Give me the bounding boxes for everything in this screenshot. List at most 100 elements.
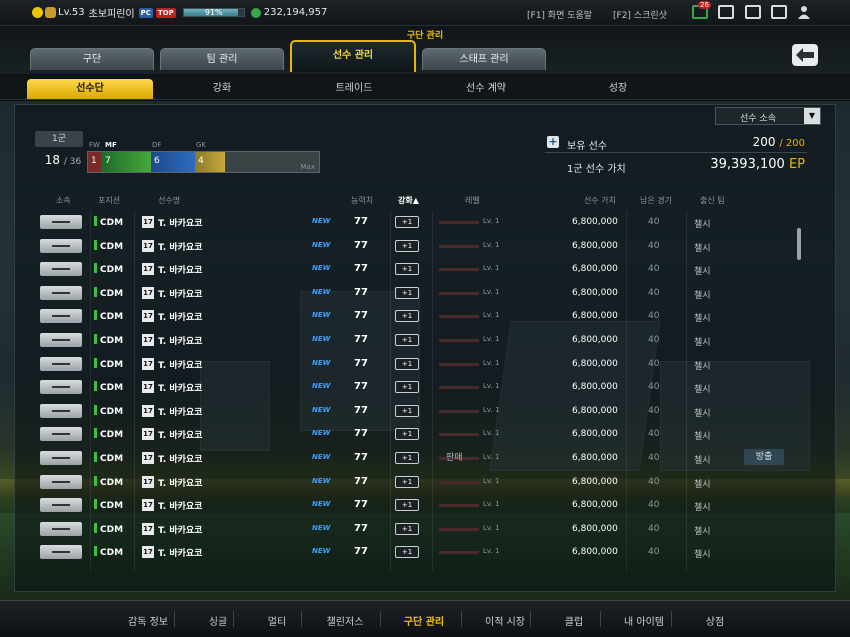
table-row[interactable]: CDM 17 T. 바카요코 NEW 77 +1 Lv. 1 6,800,000 40 첼시	[14, 494, 804, 517]
affiliation-toggle-button[interactable]	[40, 474, 82, 489]
user-icon[interactable]	[797, 5, 813, 19]
squad-count: 18 / 36	[33, 153, 93, 167]
table-row[interactable]: CDM 17 T. 바카요코 NEW 77 +1 Lv. 1 6,800,000 40 첼시	[14, 376, 804, 399]
affiliation-toggle-button[interactable]	[40, 521, 82, 536]
player-name[interactable]: T. 바카요코	[158, 476, 202, 489]
player-name[interactable]: T. 바카요코	[158, 263, 202, 276]
col-value[interactable]: 선수 가치	[584, 195, 616, 206]
tab-staff-management[interactable]: 스태프 관리	[422, 48, 546, 70]
position-mark	[94, 452, 97, 462]
bottom-menu-item[interactable]: 구단 관리	[384, 613, 464, 628]
screenshot-hotkey[interactable]: [F2] 스크린샷	[613, 8, 667, 21]
calendar-check-icon[interactable]	[745, 5, 761, 19]
table-row[interactable]: CDM 17 T. 바카요코 NEW 77 +1 Lv. 1 6,800,000 40 첼시	[14, 423, 804, 446]
affiliation-toggle-button[interactable]	[40, 215, 82, 229]
table-row[interactable]: CDM 17 T. 바카요코 NEW 77 +1 Lv. 1 6,800,000 40 첼시	[14, 329, 804, 352]
table-row[interactable]: CDM 17 T. 바카요코 NEW 77 +1 Lv. 1 6,800,000 40 첼시	[14, 235, 804, 258]
new-tag: NEW	[312, 429, 331, 438]
level-progress-bar	[439, 268, 479, 272]
table-row[interactable]: CDM 17 T. 바카요코 NEW 77 +1 Lv. 1 6,800,000 40 첼시	[14, 353, 804, 376]
table-row[interactable]: CDM 17 T. 바카요코 NEW 77 +1 Lv. 1 6,800,000 40 첼시	[14, 471, 804, 494]
subtab-squad[interactable]: 선수단	[27, 79, 153, 99]
position-text: CDM	[100, 265, 124, 276]
affiliation-toggle-button[interactable]	[40, 380, 82, 395]
player-name[interactable]: T. 바카요코	[158, 428, 202, 441]
subtab-contract[interactable]: 선수 계약	[423, 79, 549, 99]
subtab-growth[interactable]: 성장	[555, 79, 681, 99]
bottom-menu-item[interactable]: 상점	[675, 613, 755, 628]
sell-button[interactable]: 판매	[446, 450, 468, 464]
subtab-enhance[interactable]: 강화	[159, 79, 285, 99]
nickname-text[interactable]: 초보피린이	[89, 5, 135, 20]
player-name[interactable]: T. 바카요코	[158, 523, 202, 536]
subtab-trade[interactable]: 트레이드	[291, 79, 417, 99]
player-name[interactable]: T. 바카요코	[158, 216, 202, 229]
affiliation-toggle-button[interactable]	[40, 451, 82, 465]
affiliation-toggle-button[interactable]	[40, 545, 82, 560]
affiliation-filter-select[interactable]: 선수 소속 ▼	[715, 107, 821, 125]
enhance-badge: +1	[395, 499, 419, 512]
pos-count-gk: 4	[198, 156, 204, 166]
squad-label: 1군	[35, 131, 83, 147]
plus-icon[interactable]: +	[547, 136, 559, 148]
player-name[interactable]: T. 바카요코	[158, 452, 202, 465]
table-row[interactable]: CDM 17 T. 바카요코 NEW 77 +1 Lv. 1 6,800,000 40 첼시	[14, 541, 804, 564]
affiliation-toggle-button[interactable]	[40, 333, 82, 347]
affiliation-toggle-button[interactable]	[40, 403, 82, 418]
player-value: 6,800,000	[572, 500, 618, 511]
position-text: CDM	[100, 501, 124, 512]
notes-icon[interactable]	[718, 5, 734, 19]
col-ovr[interactable]: 능력치	[351, 195, 373, 206]
bottom-menu: 감독 정보 싱글 멀티 챌린저스 구단 관리 이적 시장 클럽 내 아이템 상점	[0, 600, 850, 637]
player-name[interactable]: T. 바카요코	[158, 499, 202, 512]
col-enhance[interactable]: 강화▲	[398, 195, 419, 206]
affiliation-toggle-button[interactable]	[40, 356, 82, 371]
table-row[interactable]: CDM 17 T. 바카요코 NEW 77 +1 Lv. 1 6,800,000 40 첼시	[14, 305, 804, 328]
owned-players-value: 200 / 200	[753, 135, 805, 149]
release-button[interactable]: 방출	[744, 449, 784, 465]
player-name[interactable]: T. 바카요코	[158, 310, 202, 323]
player-name[interactable]: T. 바카요코	[158, 334, 202, 347]
col-name[interactable]: 선수명	[158, 195, 180, 206]
bottom-menu-item[interactable]: 감독 정보	[108, 613, 188, 628]
affiliation-toggle-button[interactable]	[40, 285, 82, 300]
enhance-badge: +1	[395, 452, 419, 464]
table-row[interactable]: CDM 17 T. 바카요코 NEW 77 +1 Lv. 1 6,800,000 40 첼시	[14, 211, 804, 234]
table-row[interactable]: CDM 17 T. 바카요코 NEW 77 +1 Lv. 1 6,800,000 40 첼시	[14, 400, 804, 423]
new-tag: NEW	[312, 500, 331, 509]
bottom-menu-item[interactable]: 클럽	[534, 613, 614, 628]
tab-team-management[interactable]: 팀 관리	[160, 48, 284, 70]
player-name[interactable]: T. 바카요코	[158, 240, 202, 253]
col-games[interactable]: 남은 경기	[640, 195, 672, 206]
player-name[interactable]: T. 바카요코	[158, 358, 202, 371]
back-button[interactable]	[792, 44, 818, 66]
player-name[interactable]: T. 바카요코	[158, 381, 202, 394]
tab-club[interactable]: 구단	[30, 48, 154, 70]
col-affiliation[interactable]: 소속	[56, 195, 71, 206]
table-row[interactable]: CDM 17 T. 바카요코 NEW 77 +1 Lv. 1 6,800,000 40 첼시	[14, 258, 804, 281]
affiliation-toggle-button[interactable]	[40, 238, 82, 253]
affiliation-toggle-button[interactable]	[40, 309, 82, 324]
level-progress-bar	[439, 221, 479, 224]
table-row[interactable]: CDM 17 T. 바카요코 NEW 77 +1 Lv. 1 6,800,000 40 첼시 판매 방…	[14, 447, 804, 470]
tab-player-management[interactable]: 선수 관리	[290, 40, 416, 72]
bottom-menu-item[interactable]: 챌린저스	[305, 613, 385, 628]
col-level[interactable]: 레벨	[465, 195, 480, 206]
player-name[interactable]: T. 바카요코	[158, 405, 202, 418]
player-name[interactable]: T. 바카요코	[158, 287, 202, 300]
help-hotkey[interactable]: [F1] 화면 도움말	[527, 8, 592, 21]
chat-icon[interactable]	[771, 5, 787, 19]
table-row[interactable]: CDM 17 T. 바카요코 NEW 77 +1 Lv. 1 6,800,000 40 첼시	[14, 518, 804, 541]
col-club[interactable]: 출신 팀	[700, 195, 725, 206]
table-row[interactable]: CDM 17 T. 바카요코 NEW 77 +1 Lv. 1 6,800,000 40 첼시	[14, 282, 804, 305]
affiliation-toggle-button[interactable]	[40, 262, 82, 277]
table-scrollbar[interactable]	[797, 228, 801, 260]
col-position[interactable]: 포지션	[98, 195, 120, 206]
bottom-menu-item[interactable]: 이적 시장	[465, 613, 545, 628]
affiliation-toggle-button[interactable]	[40, 427, 82, 442]
ovr-value: 77	[354, 546, 368, 558]
player-name[interactable]: T. 바카요코	[158, 546, 202, 559]
bottom-menu-item[interactable]: 내 아이템	[604, 613, 684, 628]
affiliation-toggle-button[interactable]	[40, 498, 82, 513]
position-mark	[94, 286, 97, 297]
